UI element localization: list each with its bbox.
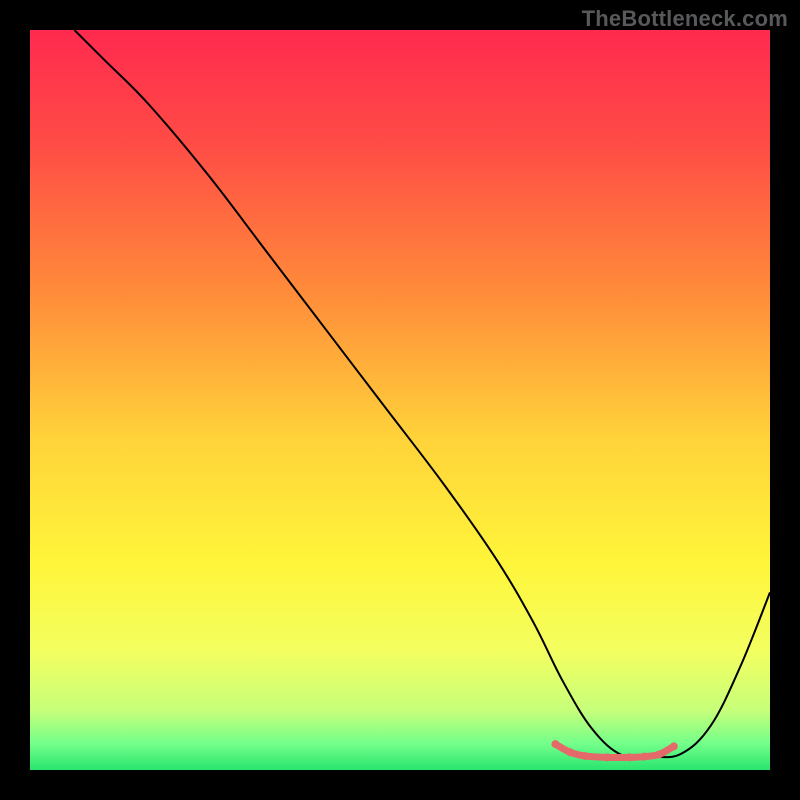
- series-optimal-band-marker: [670, 742, 678, 750]
- chart-frame: TheBottleneck.com: [0, 0, 800, 800]
- chart-svg: [30, 30, 770, 770]
- plot-area: [30, 30, 770, 770]
- series-optimal-band-marker: [625, 753, 633, 761]
- series-optimal-band-marker: [640, 753, 648, 761]
- series-optimal-band-marker: [655, 750, 663, 758]
- series-optimal-band-marker: [566, 748, 574, 756]
- series-optimal-band-marker: [603, 753, 611, 761]
- series-optimal-band-marker: [551, 740, 559, 748]
- watermark-text: TheBottleneck.com: [582, 6, 788, 32]
- series-optimal-band-marker: [581, 752, 589, 760]
- gradient-background: [30, 30, 770, 770]
